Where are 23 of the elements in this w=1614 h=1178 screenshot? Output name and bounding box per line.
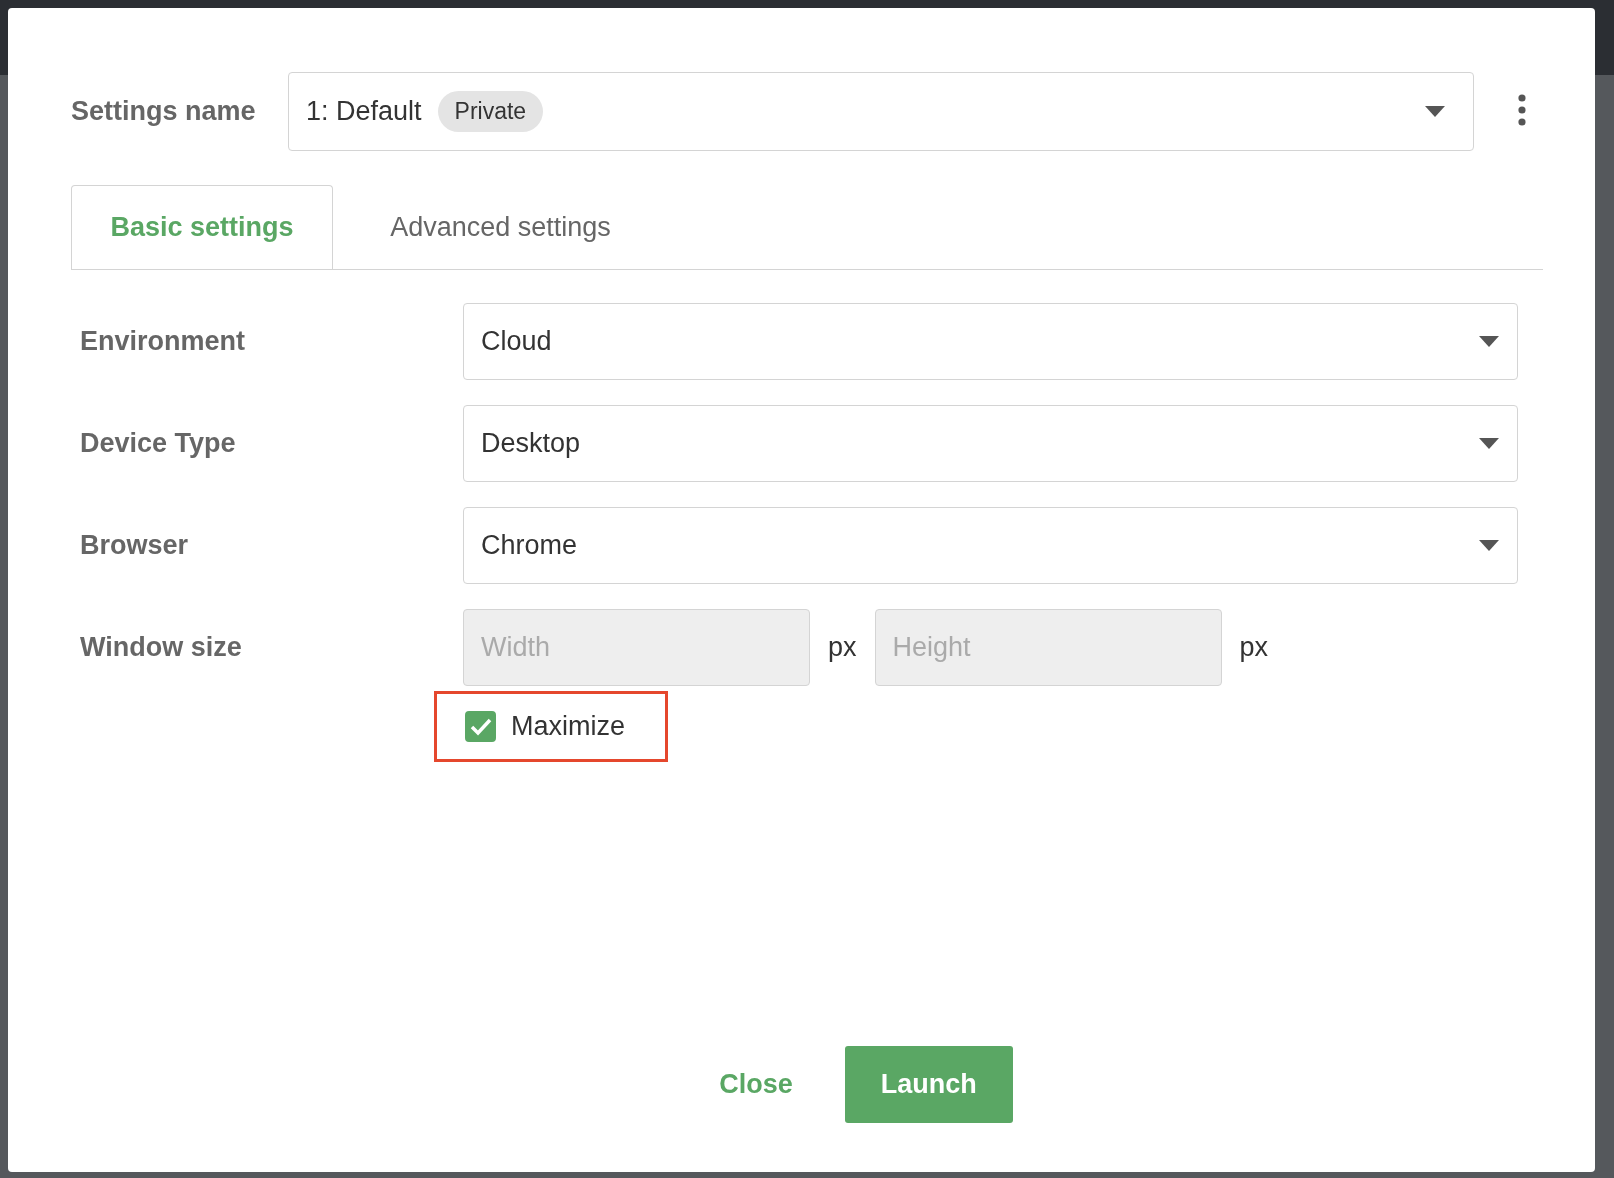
field-label: Window size: [80, 632, 243, 663]
dropdown-value: 1: Default: [306, 96, 422, 127]
field-label: Environment: [80, 326, 247, 357]
dropdown-value: Chrome: [481, 530, 578, 561]
settings-tab[interactable]: Advanced settings: [333, 185, 668, 269]
dropdown-caret-icon: [1479, 539, 1499, 552]
settings-name-dropdown[interactable]: 1: Default Private: [288, 72, 1474, 151]
unit-label: px: [828, 632, 857, 663]
dropdown-value: Desktop: [481, 428, 581, 459]
dropdown-caret-icon: [1479, 437, 1499, 450]
field-label: Device Type: [80, 428, 237, 459]
field-label: Browser: [80, 530, 190, 561]
dropdown-caret-icon: [1425, 105, 1445, 118]
select-dropdown[interactable]: Desktop: [463, 405, 1518, 482]
maximize-checkbox[interactable]: [465, 711, 496, 742]
checkbox-label: Maximize: [511, 711, 625, 742]
select-dropdown[interactable]: Chrome: [463, 507, 1518, 584]
unit-label: px: [1239, 632, 1269, 663]
select-dropdown[interactable]: Cloud: [463, 303, 1518, 380]
dropdown-caret-icon: [1479, 335, 1499, 348]
dropdown-value: Cloud: [481, 326, 552, 357]
private-badge: Private: [437, 91, 544, 132]
field-label: Settings name: [71, 96, 257, 127]
